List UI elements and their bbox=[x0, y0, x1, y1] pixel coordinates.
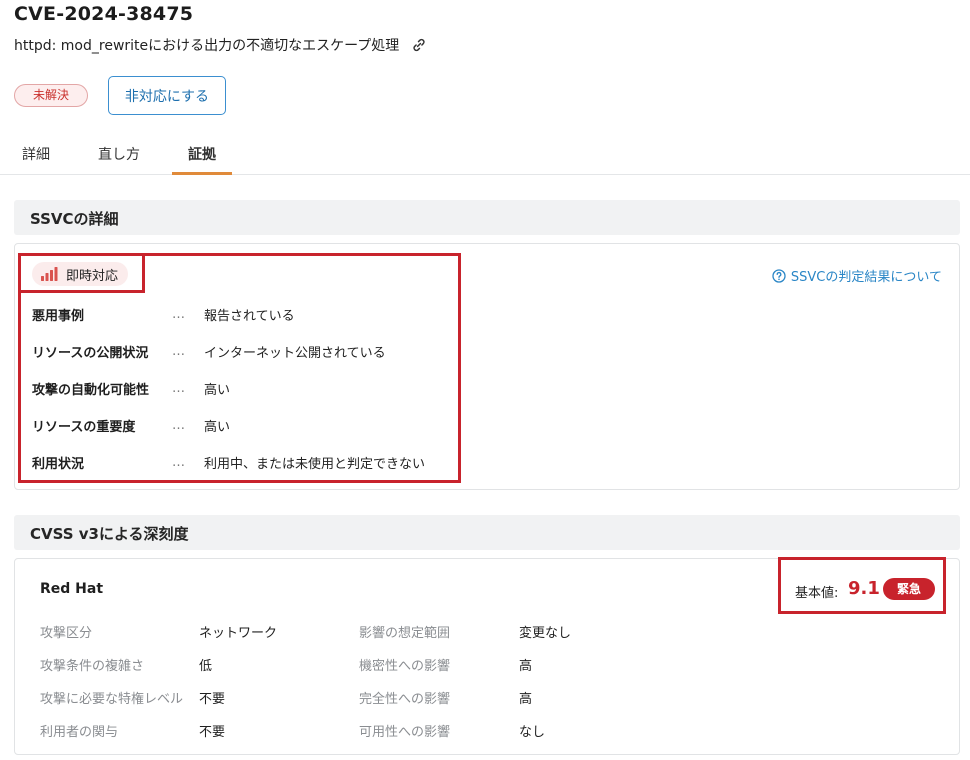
ssvc-row-value: 報告されている bbox=[204, 308, 295, 324]
ssvc-row-separator: … bbox=[172, 454, 185, 470]
cvss-metric-value: 低 bbox=[199, 659, 213, 674]
cvss-metric-label: 完全性への影響 bbox=[359, 692, 451, 707]
tab-evidence[interactable]: 証拠 bbox=[188, 144, 216, 164]
ssvc-row-label: リソースの公開状況 bbox=[32, 345, 149, 361]
ssvc-row: 攻撃の自動化可能性 … 高い bbox=[32, 378, 230, 398]
base-score-label: 基本値: bbox=[795, 586, 839, 601]
ssvc-row: 悪用事例 … 報告されている bbox=[32, 304, 295, 324]
ssvc-decision-badge: 即時対応 bbox=[32, 262, 129, 286]
ssvc-about-link[interactable]: SSVCの判定結果について bbox=[772, 266, 942, 285]
cvss-metric-value: 変更なし bbox=[519, 626, 572, 641]
ssvc-row-label: 利用状況 bbox=[32, 456, 85, 472]
question-circle-icon bbox=[772, 268, 786, 283]
cve-subtitle-text: httpd: mod_rewriteにおける出力の不適切なエスケープ処理 bbox=[14, 38, 400, 54]
cvss-metric-value: 不要 bbox=[199, 692, 226, 707]
cvss-section-header: CVSS v3による深刻度 bbox=[14, 515, 960, 550]
ssvc-row: 利用状況 … 利用中、または未使用と判定できない bbox=[32, 452, 425, 472]
ssvc-row-label: 悪用事例 bbox=[32, 308, 85, 324]
ssvc-row-separator: … bbox=[172, 306, 185, 322]
ssvc-row-label: 攻撃の自動化可能性 bbox=[32, 382, 150, 398]
tab-how-to-fix[interactable]: 直し方 bbox=[98, 144, 140, 164]
cvss-metric-label: 攻撃区分 bbox=[40, 626, 93, 641]
ssvc-section-title: SSVCの詳細 bbox=[30, 210, 119, 228]
cvss-metric-value: ネットワーク bbox=[199, 626, 278, 641]
cvss-metric-value: 高 bbox=[519, 659, 533, 674]
cvss-metric-label: 攻撃に必要な特権レベル bbox=[40, 692, 184, 707]
cvss-metric-label: 攻撃条件の複雑さ bbox=[40, 659, 145, 674]
base-score-value: 9.1 bbox=[848, 578, 880, 599]
signal-bars-icon bbox=[40, 267, 58, 281]
ssvc-row-value: インターネット公開されている bbox=[204, 345, 386, 361]
tab-bar: 詳細 直し方 証拠 bbox=[0, 132, 970, 175]
severity-badge: 緊急 bbox=[883, 578, 935, 600]
ssvc-row: リソースの公開状況 … インターネット公開されている bbox=[32, 341, 386, 361]
cvss-metric-label: 影響の想定範囲 bbox=[359, 626, 451, 641]
ssvc-row: リソースの重要度 … 高い bbox=[32, 415, 230, 435]
mark-not-applicable-button[interactable]: 非対応にする bbox=[108, 76, 226, 115]
active-tab-indicator bbox=[172, 172, 232, 175]
cvss-metric-label: 機密性への影響 bbox=[359, 659, 451, 674]
link-icon[interactable] bbox=[411, 37, 427, 53]
ssvc-row-separator: … bbox=[172, 380, 185, 396]
cve-subtitle: httpd: mod_rewriteにおける出力の不適切なエスケープ処理 bbox=[14, 35, 427, 55]
cvss-metric-value: 不要 bbox=[199, 725, 226, 740]
ssvc-row-separator: … bbox=[172, 343, 185, 359]
cvss-metric-value: なし bbox=[519, 725, 546, 740]
cve-title: CVE-2024-38475 bbox=[14, 3, 194, 25]
cvss-section-title: CVSS v3による深刻度 bbox=[30, 525, 189, 543]
cvss-metric-label: 可用性への影響 bbox=[359, 725, 451, 740]
ssvc-row-value: 高い bbox=[204, 382, 231, 398]
ssvc-row-value: 利用中、または未使用と判定できない bbox=[204, 456, 426, 472]
tab-details[interactable]: 詳細 bbox=[22, 144, 50, 164]
ssvc-about-link-text: SSVCの判定結果について bbox=[790, 270, 942, 285]
ssvc-section-header: SSVCの詳細 bbox=[14, 200, 960, 235]
ssvc-row-separator: … bbox=[172, 417, 185, 433]
cvss-vendor-name: Red Hat bbox=[40, 581, 104, 597]
cvss-metric-label: 利用者の関与 bbox=[40, 725, 119, 740]
ssvc-row-label: リソースの重要度 bbox=[32, 419, 136, 435]
ssvc-decision-label: 即時対応 bbox=[66, 268, 119, 284]
ssvc-row-value: 高い bbox=[204, 419, 231, 435]
cvss-metric-value: 高 bbox=[519, 692, 533, 707]
status-badge: 未解決 bbox=[14, 84, 89, 107]
